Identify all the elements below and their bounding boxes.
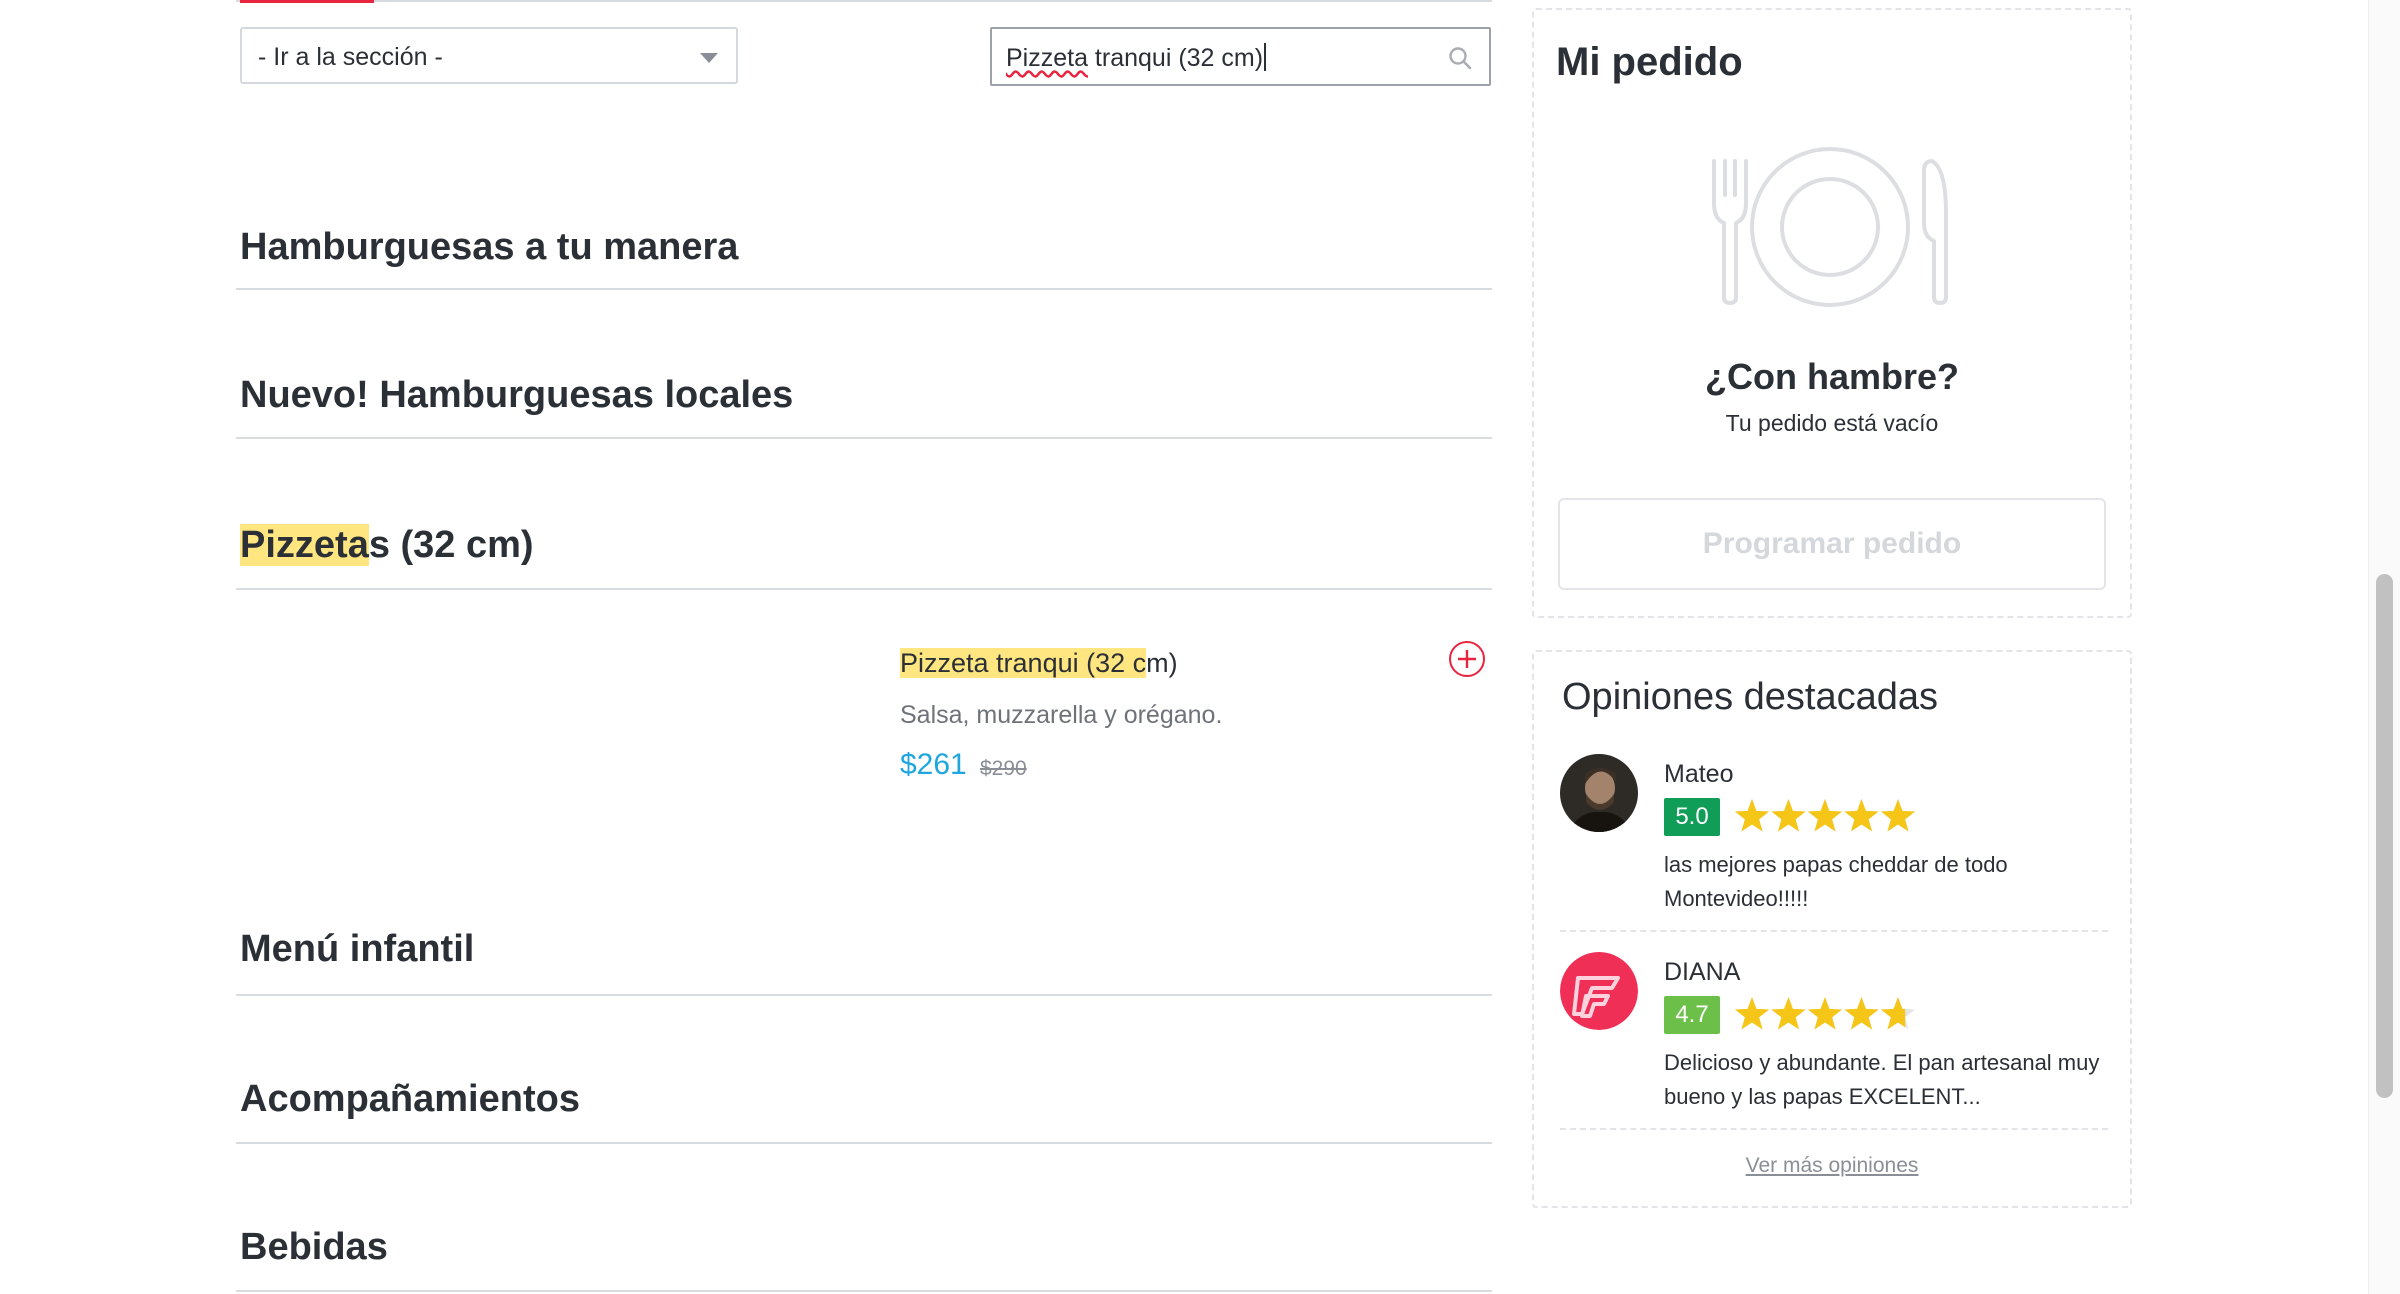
plate-cutlery-icon [1712, 147, 1948, 307]
category-divider [236, 1290, 1492, 1292]
category-divider [236, 1142, 1492, 1144]
reviews-panel: Opiniones destacadas Mateo 5.0 las mejor… [1532, 650, 2132, 1208]
review-divider [1560, 930, 2108, 932]
section-select-label: - Ir a la sección - [258, 43, 443, 71]
schedule-order-button[interactable]: Programar pedido [1558, 498, 2106, 590]
text-caret [1264, 43, 1267, 71]
product-old-price: $290 [980, 757, 1027, 780]
rating-badge: 5.0 [1664, 798, 1720, 836]
star-rating [1734, 799, 1916, 832]
star-rating [1734, 997, 1916, 1030]
category-divider [236, 288, 1492, 290]
star-icon [1771, 799, 1806, 832]
more-reviews-link[interactable]: Ver más opiniones [1534, 1154, 2130, 1178]
product-description: Salsa, muzzarella y orégano. [900, 701, 1223, 729]
search-input-text-rest: tranqui (32 cm) [1087, 44, 1264, 72]
category-divider [236, 437, 1492, 439]
search-highlight: Pizzeta [240, 524, 369, 566]
category-title: Hamburguesas a tu manera [240, 226, 739, 268]
empty-order-title: ¿Con hambre? [1704, 356, 1959, 397]
star-icon [1844, 799, 1879, 832]
star-icon [1880, 799, 1916, 832]
reviews-title: Opiniones destacadas [1562, 676, 1939, 718]
review-text: las mejores papas cheddar de todo Montev… [1664, 852, 2008, 911]
category-title: Bebidas [240, 1226, 388, 1268]
add-to-order-button[interactable] [1448, 640, 1486, 678]
avatar [1560, 952, 1638, 1030]
product-price: $261 [900, 748, 967, 781]
star-icon [1807, 799, 1843, 832]
review-divider [1560, 1128, 2108, 1130]
order-title: Mi pedido [1556, 40, 1743, 84]
search-box[interactable]: Pizzeta tranqui (32 cm) [990, 27, 1491, 86]
search-input-misspelled-word: Pizzeta [1006, 44, 1088, 72]
empty-order-subtitle: Tu pedido está vacío [1725, 410, 1939, 436]
search-highlight: Pizzeta tranqui (32 c [900, 648, 1147, 678]
category-title-rest: s (32 cm) [368, 524, 534, 566]
scrollbar-thumb[interactable] [2376, 574, 2393, 1098]
category-title: Pizzetas (32 cm) [240, 524, 534, 567]
star-icon [1771, 997, 1806, 1030]
restaurant-menu-page: - Ir a la sección - Pizzeta tranqui (32 … [0, 0, 2400, 1294]
star-icon [1734, 997, 1770, 1030]
rating-badge: 4.7 [1664, 996, 1720, 1034]
review-item: DIANA 4.7 Delicioso y abundante. El pan … [1560, 952, 2108, 1112]
category-title: Menú infantil [240, 928, 475, 970]
reviewer-name: DIANA [1664, 958, 1741, 986]
order-panel: Mi pedido ¿Con hambre? Tu pedido está va… [1532, 8, 2132, 618]
section-select[interactable]: - Ir a la sección - [240, 27, 738, 84]
category-title: Nuevo! Hamburguesas locales [240, 374, 794, 416]
star-icon [1734, 799, 1770, 832]
search-input[interactable]: Pizzeta tranqui (32 cm) [1006, 43, 1267, 73]
avatar [1560, 754, 1638, 832]
star-icon [1844, 997, 1879, 1030]
star-icon [1807, 997, 1843, 1030]
active-tab-indicator [240, 0, 374, 3]
product-name: Pizzeta tranqui (32 cm) [900, 648, 1178, 679]
category-divider [236, 588, 1492, 590]
chevron-down-icon [700, 53, 718, 63]
top-divider [236, 0, 1492, 2]
review-text: Delicioso y abundante. El pan artesanal … [1664, 1050, 2100, 1109]
product-card[interactable]: Pizzeta tranqui (32 cm) Salsa, muzzarell… [898, 640, 1492, 800]
category-title: Acompañamientos [240, 1078, 580, 1120]
search-icon[interactable] [1447, 45, 1473, 71]
category-divider [236, 994, 1492, 996]
reviewer-name: Mateo [1664, 760, 1734, 788]
review-item: Mateo 5.0 las mejores papas cheddar de t… [1560, 754, 2108, 914]
product-name-rest: m) [1146, 648, 1178, 678]
